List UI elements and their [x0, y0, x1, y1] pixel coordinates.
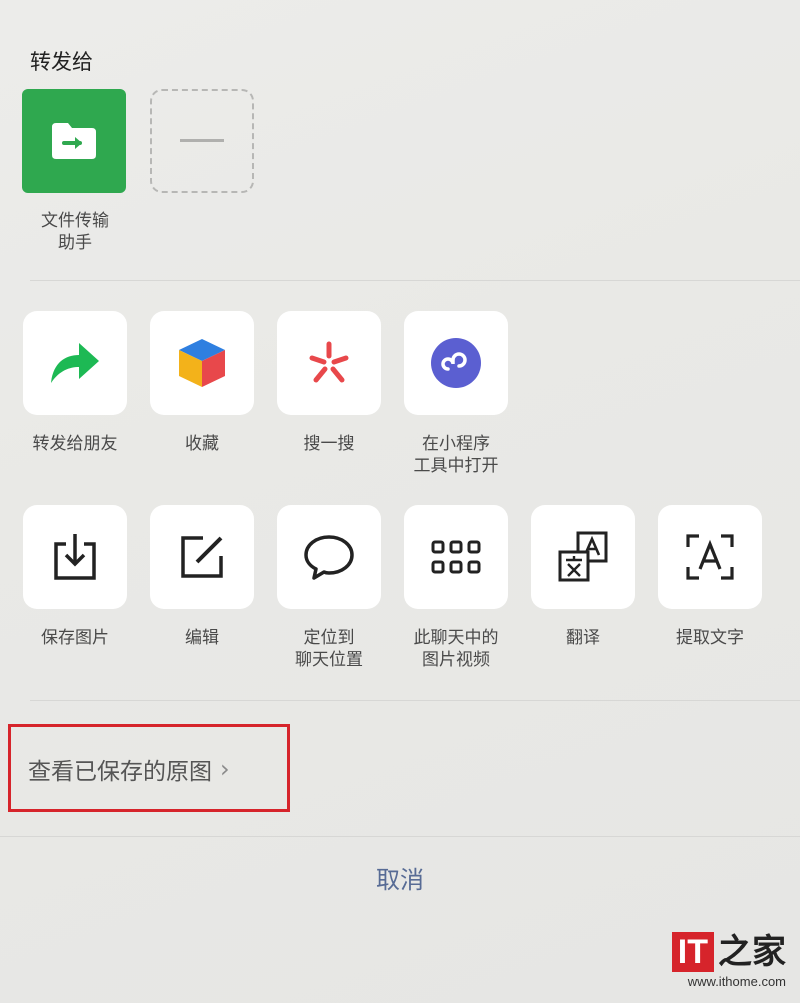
forward-arrow-icon — [51, 343, 99, 383]
watermark-glyph: 之家 — [718, 932, 786, 972]
file-transfer-label: 文件传输 助手 — [41, 211, 109, 253]
action-open-in-mini-program[interactable] — [404, 311, 508, 415]
mini-program-icon — [431, 338, 481, 388]
extract-text-icon — [686, 534, 734, 580]
action-favorite[interactable] — [150, 311, 254, 415]
file-transfer-contact[interactable] — [22, 89, 126, 193]
action-chat-media[interactable] — [404, 505, 508, 609]
section-divider — [0, 836, 800, 837]
save-download-icon — [54, 534, 96, 580]
watermark-brand: IT — [671, 932, 714, 972]
action-label: 收藏 — [185, 434, 219, 454]
share-action-sheet: 转发给 文件传输 助手 转发给朋友 收藏 搜一搜 在小程序 工具中打开 保存图片… — [0, 0, 800, 1003]
action-extract-text[interactable] — [658, 505, 762, 609]
action-label: 搜一搜 — [303, 434, 355, 454]
action-label: 提取文字 — [676, 628, 744, 648]
action-locate-in-chat[interactable] — [277, 505, 381, 609]
action-label: 转发给朋友 — [32, 434, 118, 454]
action-label: 在小程序 工具中打开 — [413, 434, 499, 476]
annotation-highlight-box — [8, 724, 290, 812]
action-edit[interactable] — [150, 505, 254, 609]
action-label: 此聊天中的 图片视频 — [413, 628, 499, 670]
share-to-title: 转发给 — [30, 50, 93, 74]
action-label: 编辑 — [185, 628, 219, 648]
search-spark-icon — [309, 341, 349, 383]
cancel-button[interactable]: 取消 — [0, 860, 800, 895]
action-forward-to-friend[interactable] — [23, 311, 127, 415]
more-contacts-icon — [180, 139, 224, 142]
site-watermark: IT 之家 www.ithome.com — [666, 932, 786, 989]
action-label: 定位到 聊天位置 — [295, 628, 363, 670]
section-divider — [30, 280, 800, 281]
action-label: 翻译 — [566, 628, 600, 648]
translate-icon — [558, 531, 608, 582]
favorite-cube-icon — [179, 339, 225, 387]
edit-pencil-icon — [181, 536, 223, 578]
grid-icon — [431, 540, 481, 574]
action-label: 保存图片 — [41, 628, 109, 648]
action-search[interactable] — [277, 311, 381, 415]
action-save-image[interactable] — [23, 505, 127, 609]
chat-bubble-icon — [304, 535, 354, 580]
watermark-url: www.ithome.com — [687, 974, 786, 989]
action-translate[interactable] — [531, 505, 635, 609]
section-divider — [30, 700, 800, 701]
folder-arrow-icon — [52, 123, 96, 159]
more-contacts-button[interactable] — [150, 89, 254, 193]
